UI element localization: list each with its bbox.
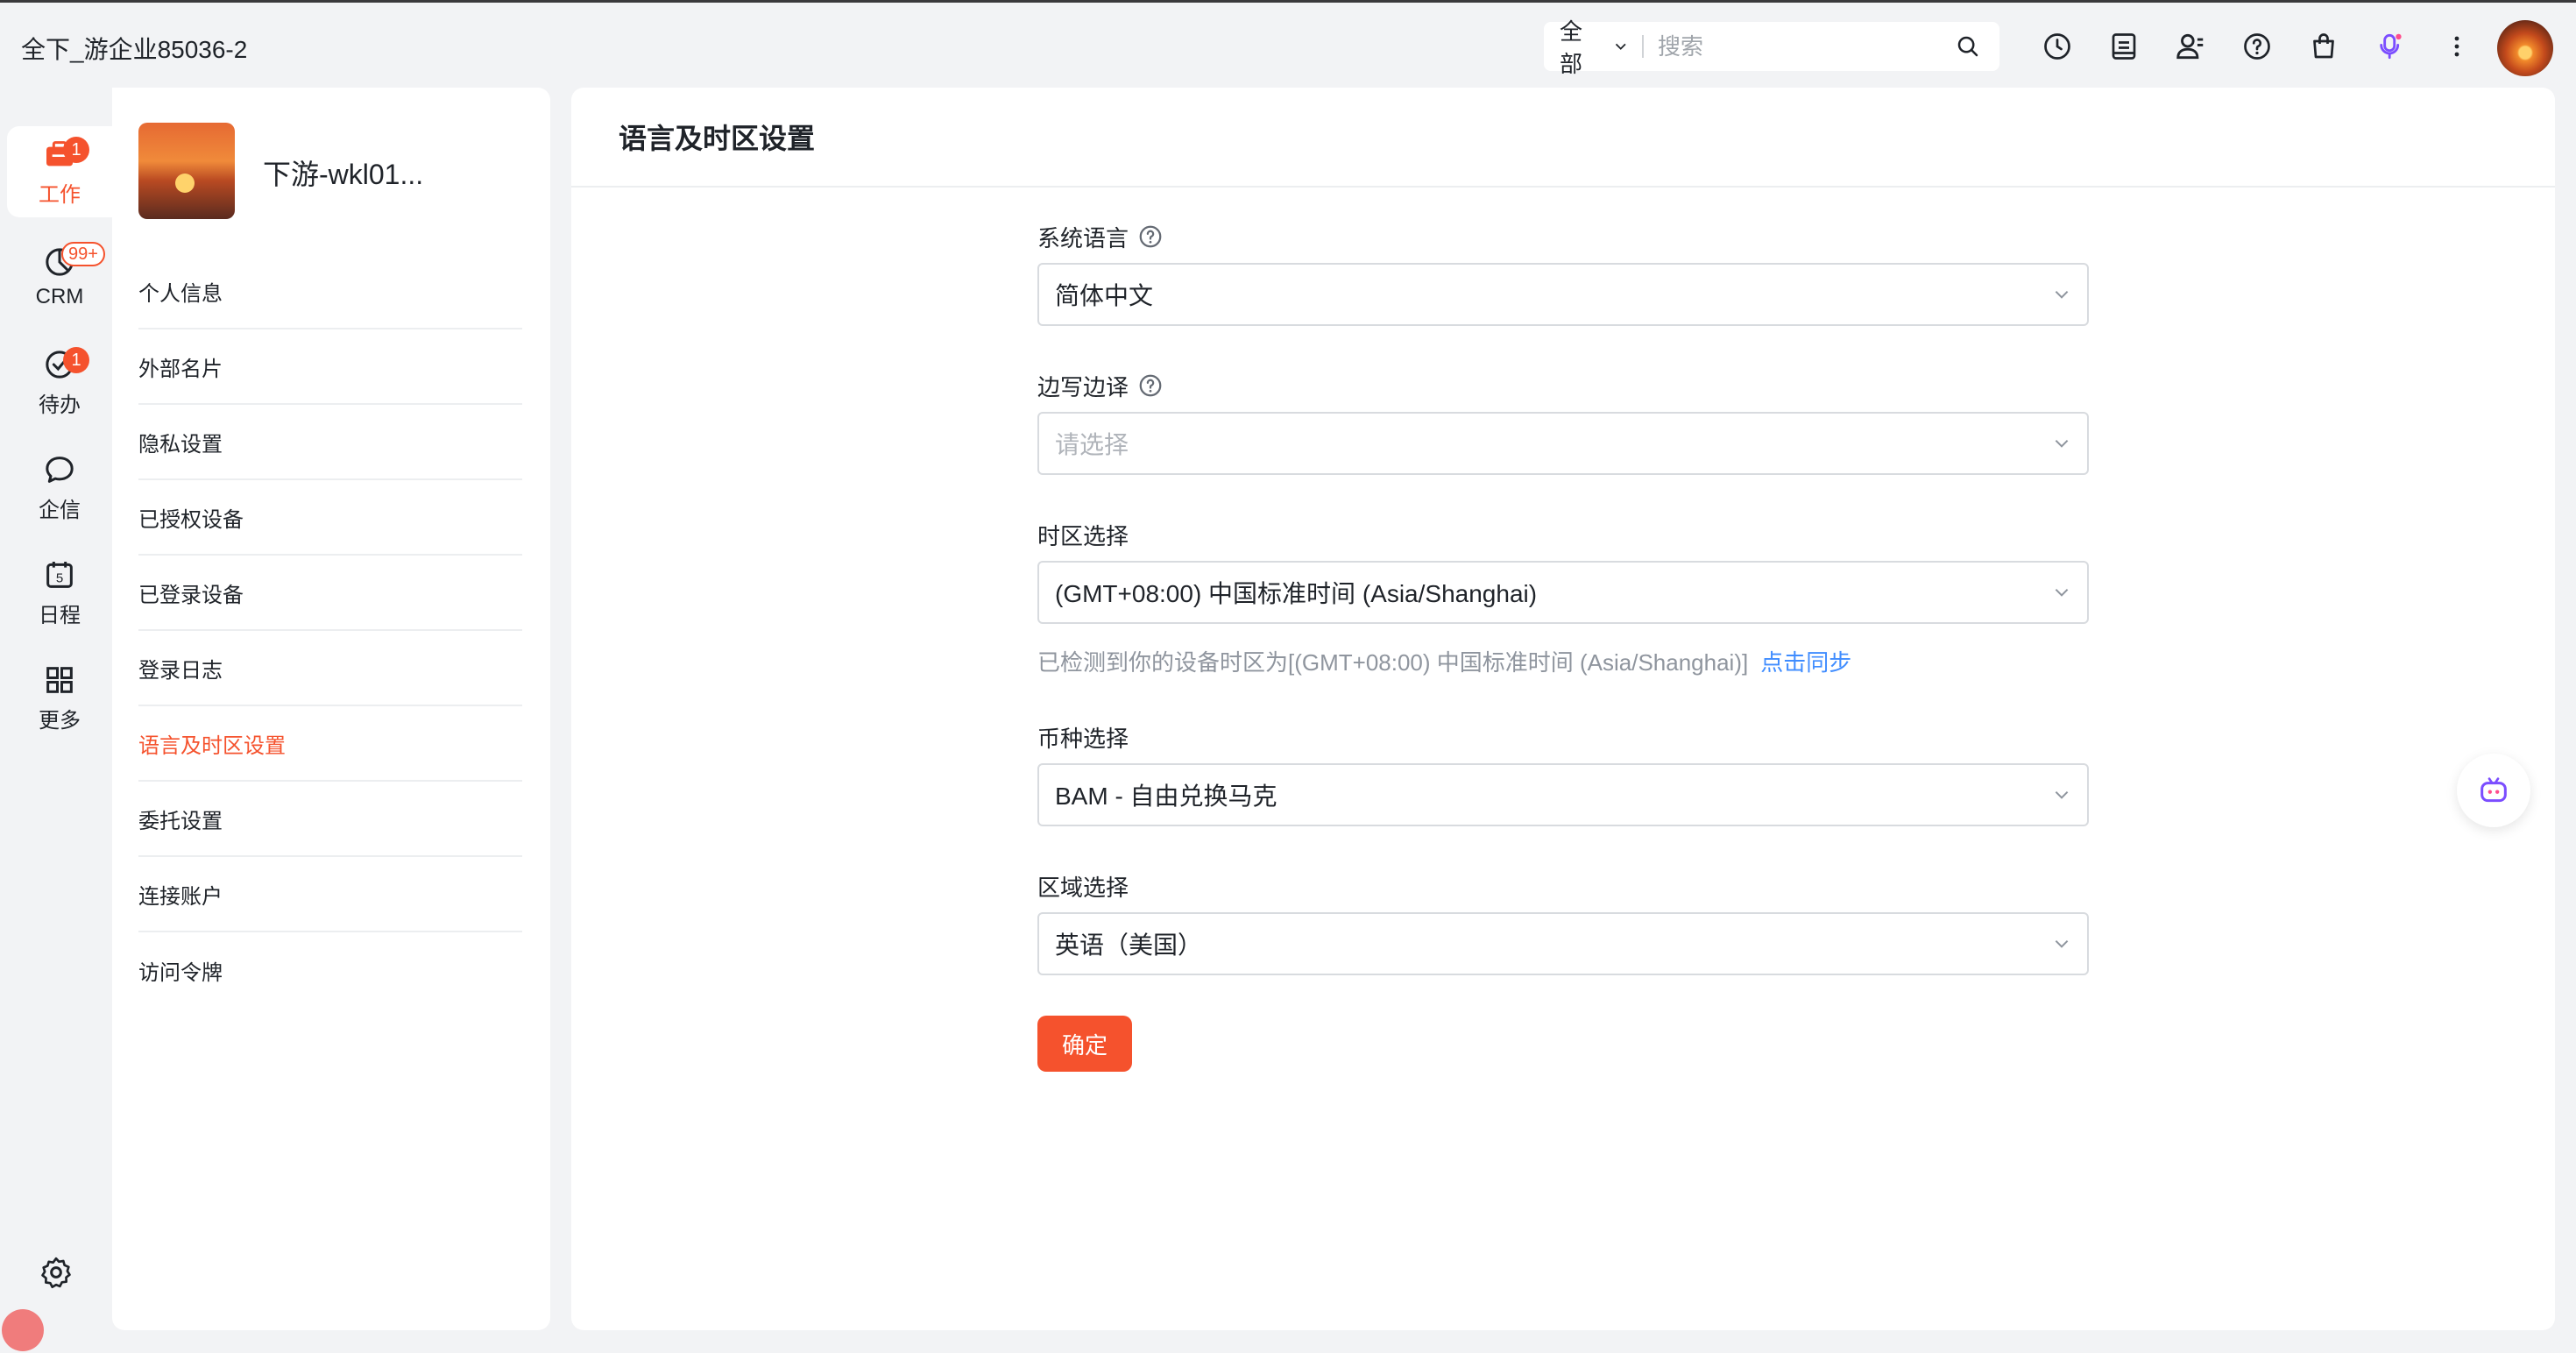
more-icon: [2454, 36, 2459, 57]
voice-assistant-button[interactable]: [2373, 29, 2408, 64]
voice-assistant-icon: [2380, 33, 2402, 60]
field-label: 时区选择: [1037, 522, 1129, 549]
robot-icon: [2480, 777, 2507, 803]
search-scope-dropdown[interactable]: 全部: [1544, 14, 1628, 79]
menu-item-business-card[interactable]: 外部名片: [138, 329, 522, 405]
select-value: 英语（美国）: [1055, 932, 1203, 959]
select-value: BAM - 自由兑换马克: [1055, 783, 1277, 810]
question-circle-icon[interactable]: [1137, 223, 1164, 250]
sync-timezone-link[interactable]: 点击同步: [1760, 649, 1851, 676]
gear-icon[interactable]: [39, 1255, 74, 1290]
question-circle-icon[interactable]: [1137, 372, 1164, 399]
help-icon: [2244, 33, 2270, 60]
search-scope-label: 全部: [1560, 18, 1583, 77]
field-label: 币种选择: [1037, 725, 1129, 752]
page-header: 语言及时区设置: [571, 88, 2555, 188]
region-select[interactable]: 英语（美国）: [1037, 912, 2089, 975]
notification-badge: 99+: [61, 242, 105, 266]
system-language-select[interactable]: 简体中文: [1037, 263, 2089, 326]
menu-item-privacy[interactable]: 隐私设置: [138, 405, 522, 480]
menu-item-access-token[interactable]: 访问令牌: [138, 932, 522, 1008]
rail-item-label: 更多: [39, 708, 81, 733]
notes-button[interactable]: [2106, 29, 2141, 64]
app-title: 全下_游企业85036-2: [21, 36, 248, 63]
search-button[interactable]: [1951, 29, 1985, 64]
rail-item-label: 待办: [39, 393, 81, 417]
rail-item-chat[interactable]: 企信: [7, 442, 112, 533]
search-input[interactable]: [1657, 29, 1951, 64]
chevron-down-icon: [2055, 790, 2069, 799]
select-placeholder: 请选择: [1055, 431, 1129, 458]
rail-item-label: 日程: [39, 603, 81, 627]
menu-item-language-timezone[interactable]: 语言及时区设置: [138, 706, 522, 782]
language-timezone-form: 系统语言 简体中文 边写边译 请选择 时区选择 (GMT+08:00) 中国标准…: [1037, 221, 2089, 1072]
field-timezone: 时区选择 (GMT+08:00) 中国标准时间 (Asia/Shanghai) …: [1037, 519, 2089, 677]
translate-select[interactable]: 请选择: [1037, 412, 2089, 475]
menu-item-logged-in-devices[interactable]: 已登录设备: [138, 556, 522, 631]
rail-item-label: 工作: [39, 182, 81, 207]
grid-icon: [46, 666, 73, 693]
history-button[interactable]: [2040, 29, 2075, 64]
settings-menu-panel: 下游-wkl01... 个人信息 外部名片 隐私设置 已授权设备 已登录设备 登…: [112, 88, 550, 1330]
notification-badge: 1: [63, 347, 89, 373]
status-dot: [2, 1309, 44, 1351]
rail-item-calendar[interactable]: 5 日程: [7, 547, 112, 638]
page-title: 语言及时区设置: [619, 123, 816, 154]
field-system-language: 系统语言 简体中文: [1037, 221, 2089, 326]
profile-avatar: [138, 123, 235, 219]
menu-item-authorized-devices[interactable]: 已授权设备: [138, 480, 522, 556]
timezone-hint-text: 已检测到你的设备时区为[(GMT+08:00) 中国标准时间 (Asia/Sha…: [1037, 649, 1749, 676]
chat-icon: [46, 456, 74, 483]
rail-item-label: CRM: [35, 285, 84, 308]
ai-assistant-button[interactable]: [2457, 754, 2530, 827]
bag-icon: [2313, 33, 2334, 59]
search-box: 全部: [1544, 18, 1999, 77]
settings-menu-list: 个人信息 外部名片 隐私设置 已授权设备 已登录设备 登录日志 语言及时区设置 …: [138, 254, 522, 1008]
menu-item-linked-accounts[interactable]: 连接账户: [138, 857, 522, 932]
profile-name: 下游-wkl01...: [263, 159, 424, 190]
chevron-down-icon: [1615, 43, 1626, 50]
rail-item-work[interactable]: 工作 1: [7, 126, 112, 217]
left-nav-rail: 工作 1 CRM 99+ 待办 1 企信 5 日程 更多: [0, 88, 112, 1353]
field-label: 边写边译: [1037, 373, 1129, 400]
timezone-select[interactable]: (GMT+08:00) 中国标准时间 (Asia/Shanghai): [1037, 561, 2089, 624]
rail-item-label: 企信: [39, 498, 81, 522]
select-value: 简体中文: [1055, 282, 1154, 309]
select-value: (GMT+08:00) 中国标准时间 (Asia/Shanghai): [1055, 580, 1538, 607]
user-avatar[interactable]: [2497, 20, 2553, 76]
main-content: 语言及时区设置 系统语言 简体中文 边写边译 请选择 时区选择 (GMT+08:…: [571, 88, 2555, 1330]
field-region: 区域选择 英语（美国）: [1037, 870, 2089, 975]
chevron-down-icon: [2055, 588, 2069, 597]
more-menu-button[interactable]: [2439, 29, 2474, 64]
chevron-down-icon: [2055, 939, 2069, 948]
top-bar: 全下_游企业85036-2 全部: [0, 0, 2576, 88]
rail-item-more[interactable]: 更多: [7, 652, 112, 743]
notification-badge: 1: [63, 137, 89, 163]
menu-item-delegation[interactable]: 委托设置: [138, 782, 522, 857]
menu-item-login-log[interactable]: 登录日志: [138, 631, 522, 706]
search-icon: [1958, 36, 1978, 57]
timezone-hint: 已检测到你的设备时区为[(GMT+08:00) 中国标准时间 (Asia/Sha…: [1037, 645, 2089, 677]
currency-select[interactable]: BAM - 自由兑换马克: [1037, 763, 2089, 826]
rail-item-crm[interactable]: CRM 99+: [7, 231, 112, 322]
field-translate: 边写边译 请选择: [1037, 370, 2089, 475]
chevron-down-icon: [2055, 439, 2069, 448]
field-label: 区域选择: [1037, 874, 1129, 901]
menu-item-personal-info[interactable]: 个人信息: [138, 254, 522, 329]
shop-button[interactable]: [2306, 29, 2341, 64]
calendar-icon: 5: [46, 561, 73, 588]
help-button[interactable]: [2240, 29, 2275, 64]
contacts-button[interactable]: [2173, 29, 2208, 64]
confirm-button[interactable]: 确定: [1037, 1016, 1132, 1072]
calendar-day-number: 5: [56, 570, 63, 585]
field-currency: 币种选择 BAM - 自由兑换马克: [1037, 721, 2089, 826]
rail-item-todo[interactable]: 待办 1: [7, 336, 112, 428]
chevron-down-icon: [2055, 290, 2069, 299]
search-divider: [1642, 35, 1644, 58]
notes-icon: [2112, 33, 2136, 60]
field-label: 系统语言: [1037, 224, 1129, 251]
clock-icon: [2044, 33, 2070, 60]
contacts-icon: [2176, 33, 2204, 60]
